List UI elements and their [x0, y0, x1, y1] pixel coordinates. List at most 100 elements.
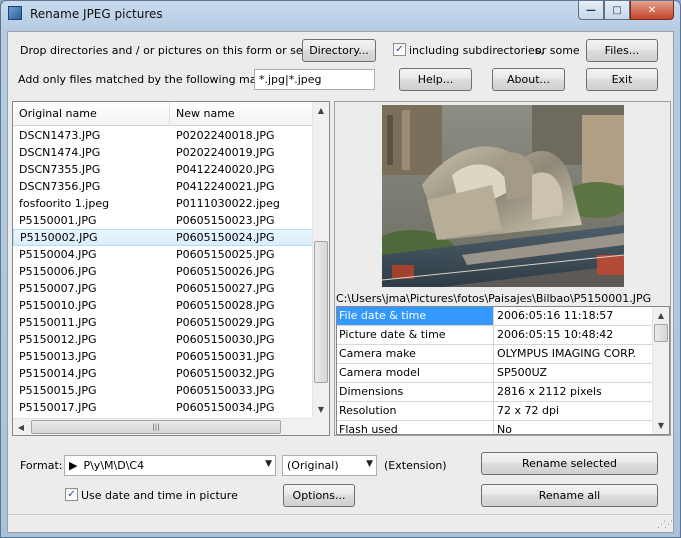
preview-panel: C:\Users\jma\Pictures\fotos\Paisajes\Bil… [334, 101, 671, 436]
file-list-row[interactable]: P5150001.JPG P0605150023.JPG [13, 212, 313, 229]
property-row[interactable]: Camera model SP500UZ [337, 364, 669, 383]
property-value: 72 x 72 dpi [497, 404, 560, 417]
new-name-cell: P0605150032.JPG [176, 367, 275, 380]
new-name-cell: P0605150029.JPG [176, 316, 275, 329]
property-name: Camera model [337, 364, 494, 382]
subdirectories-label: including subdirectories, [409, 44, 545, 57]
property-row[interactable]: Camera make OLYMPUS IMAGING CORP. [337, 345, 669, 364]
new-name-cell: P0412240020.JPG [176, 163, 275, 176]
property-value: 2006:05:16 11:18:57 [497, 309, 614, 322]
file-list-row[interactable]: P5150013.JPG P0605150031.JPG [13, 348, 313, 365]
file-list[interactable]: Original name New name DSCN1473.JPG P0202… [12, 101, 330, 436]
file-list-header: Original name New name [13, 102, 313, 126]
maximize-button[interactable]: □ [604, 1, 630, 20]
resize-grip-icon[interactable]: ⋰⋰ [657, 520, 673, 530]
file-list-row[interactable]: P5150015.JPG P0605150033.JPG [13, 382, 313, 399]
property-value: 2816 x 2112 pixels [497, 385, 602, 398]
mask-input[interactable]: *.jpg|*.jpeg [254, 69, 375, 90]
file-list-row[interactable]: DSCN7355.JPG P0412240020.JPG [13, 161, 313, 178]
scroll-down-arrow-icon[interactable]: ▼ [313, 401, 329, 418]
file-list-row[interactable]: DSCN1474.JPG P0202240019.JPG [13, 144, 313, 161]
file-list-row[interactable]: P5150002.JPG P0605150024.JPG [13, 229, 313, 246]
original-name-cell: DSCN7356.JPG [19, 180, 101, 193]
rename-all-button[interactable]: Rename all [481, 484, 658, 507]
caption-buttons: — □ ✕ [578, 1, 674, 20]
file-list-row[interactable]: P5150010.JPG P0605150028.JPG [13, 297, 313, 314]
format-combobox[interactable]: ▶ P\y\M\D\C4 ▼ [64, 455, 276, 476]
help-button[interactable]: Help... [399, 68, 472, 91]
use-date-checkbox[interactable]: ✓ [65, 488, 78, 501]
minimize-button[interactable]: — [578, 1, 604, 20]
chevron-down-icon[interactable]: ▼ [265, 459, 272, 469]
case-combobox[interactable]: (Original) ▼ [282, 455, 377, 476]
rename-selected-button[interactable]: Rename selected [481, 452, 658, 475]
file-list-row[interactable]: P5150017.JPG P0605150034.JPG [13, 399, 313, 416]
new-name-cell: P0605150028.JPG [176, 299, 275, 312]
original-name-cell: P5150001.JPG [19, 214, 97, 227]
title-bar[interactable]: Rename JPEG pictures — □ ✕ [1, 1, 680, 27]
about-button[interactable]: About... [492, 68, 565, 91]
file-list-row[interactable]: P5150012.JPG P0605150030.JPG [13, 331, 313, 348]
original-name-cell: P5150015.JPG [19, 384, 97, 397]
file-list-row[interactable]: P5150011.JPG P0605150029.JPG [13, 314, 313, 331]
close-button[interactable]: ✕ [630, 1, 674, 20]
chevron-down-icon[interactable]: ▼ [366, 459, 373, 469]
or-some-label: or some [535, 44, 580, 57]
scroll-up-arrow-icon[interactable]: ▲ [313, 102, 329, 119]
property-name: Picture date & time [337, 326, 494, 344]
new-name-cell: P0111030022.jpeg [176, 197, 280, 210]
horizontal-scroll-thumb[interactable]: ||| [31, 420, 281, 434]
property-row[interactable]: File date & time 2006:05:16 11:18:57 [337, 307, 669, 326]
original-name-cell: P5150012.JPG [19, 333, 97, 346]
new-name-cell: P0202240019.JPG [176, 146, 275, 159]
file-list-row[interactable]: P5150006.JPG P0605150026.JPG [13, 263, 313, 280]
client-area: Drop directories and / or pictures on th… [7, 31, 674, 533]
vertical-scroll-thumb[interactable] [314, 241, 328, 383]
play-icon: ▶ [69, 459, 78, 472]
property-value: OLYMPUS IMAGING CORP. [497, 347, 637, 360]
file-list-row[interactable]: fosfoorito 1.jpeg P0111030022.jpeg [13, 195, 313, 212]
property-name: Flash used [337, 421, 494, 434]
file-list-rows: DSCN1473.JPG P0202240018.JPG DSCN1474.JPG P… [13, 127, 313, 416]
scroll-up-arrow-icon[interactable]: ▲ [653, 307, 669, 324]
directory-button[interactable]: Directory... [302, 39, 376, 62]
property-row[interactable]: Resolution 72 x 72 dpi [337, 402, 669, 421]
file-list-row[interactable]: P5150007.JPG P0605150027.JPG [13, 280, 313, 297]
preview-image [382, 105, 624, 287]
file-list-vertical-scrollbar[interactable]: ▲ ▼ [312, 102, 329, 418]
property-row[interactable]: Picture date & time 2006:05:15 10:48:42 [337, 326, 669, 345]
format-label: Format: [20, 459, 63, 472]
subdirectories-checkbox[interactable]: ✓ [393, 43, 406, 56]
file-list-row[interactable]: DSCN7356.JPG P0412240021.JPG [13, 178, 313, 195]
new-name-cell: P0605150027.JPG [176, 282, 275, 295]
column-new-name[interactable]: New name [170, 102, 313, 125]
file-list-row[interactable]: P5150004.JPG P0605150025.JPG [13, 246, 313, 263]
options-button[interactable]: Options... [283, 484, 355, 507]
property-row[interactable]: Flash used No [337, 421, 669, 435]
scroll-down-arrow-icon[interactable]: ▼ [653, 417, 669, 434]
property-name: Resolution [337, 402, 494, 420]
original-name-cell: P5150004.JPG [19, 248, 97, 261]
scroll-left-arrow-icon[interactable]: ◀ [13, 419, 29, 436]
original-name-cell: P5150014.JPG [19, 367, 97, 380]
properties-scrollbar[interactable]: ▲ ▼ [652, 307, 669, 434]
property-name: Camera make [337, 345, 494, 363]
mask-label: Add only files matched by the following … [18, 73, 291, 86]
new-name-cell: P0605150025.JPG [176, 248, 275, 261]
drop-instructions: Drop directories and / or pictures on th… [20, 44, 334, 57]
property-row[interactable]: Dimensions 2816 x 2112 pixels [337, 383, 669, 402]
original-name-cell: P5150017.JPG [19, 401, 97, 414]
exit-button[interactable]: Exit [586, 68, 658, 91]
files-button[interactable]: Files... [586, 39, 658, 62]
new-name-cell: P0605150033.JPG [176, 384, 275, 397]
property-name: Dimensions [337, 383, 494, 401]
file-list-horizontal-scrollbar[interactable]: ◀ ||| ▶ [13, 418, 329, 435]
properties-scroll-thumb[interactable] [654, 324, 668, 342]
new-name-cell: P0412240021.JPG [176, 180, 275, 193]
original-name-cell: P5150010.JPG [19, 299, 97, 312]
file-list-row[interactable]: P5150014.JPG P0605150032.JPG [13, 365, 313, 382]
file-list-row[interactable]: DSCN1473.JPG P0202240018.JPG [13, 127, 313, 144]
property-value: No [497, 423, 512, 435]
column-original-name[interactable]: Original name [13, 102, 170, 125]
properties-grid[interactable]: File date & time 2006:05:16 11:18:57 Pictu… [336, 306, 670, 435]
